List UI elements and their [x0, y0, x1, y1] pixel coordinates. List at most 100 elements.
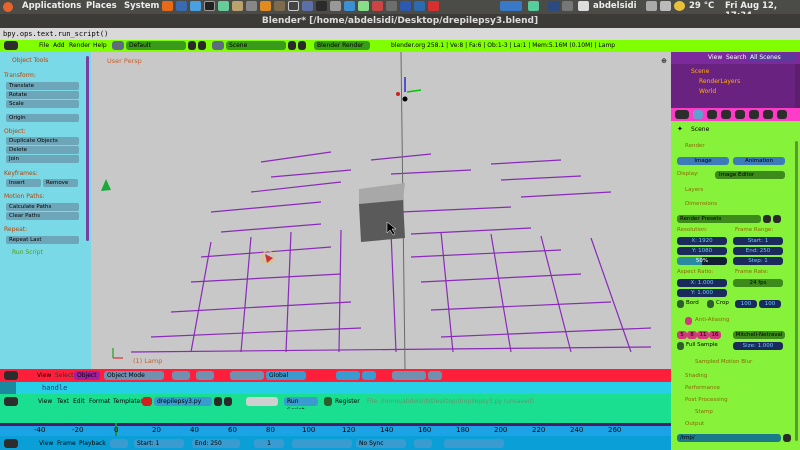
properties-scrollbar[interactable] [795, 141, 798, 441]
render-presets-select[interactable]: Render Presets [677, 215, 761, 223]
help-launcher-icon[interactable] [190, 1, 201, 11]
files-launcher-icon[interactable] [232, 1, 243, 11]
repeat-last-button[interactable]: Repeat Last [6, 236, 79, 244]
calculate-paths-button[interactable]: Calculate Paths [6, 203, 79, 211]
output-section-label[interactable]: Output [685, 421, 704, 427]
playback-controls[interactable] [292, 439, 352, 448]
context-texture-icon[interactable] [777, 110, 787, 119]
antialiasing-section-label[interactable]: Anti-Aliasing [695, 317, 729, 323]
timeline-menu-playback[interactable]: Playback [76, 439, 109, 448]
dimensions-section-label[interactable]: Dimensions [685, 201, 717, 207]
text-menu-edit[interactable]: Edit [70, 397, 88, 406]
sampled-motion-blur-label[interactable]: Sampled Motion Blur [695, 359, 752, 365]
layout-add-icon[interactable] [188, 41, 196, 50]
photo-launcher-icon[interactable] [372, 1, 383, 11]
username[interactable]: abdelsidi [593, 1, 637, 11]
app-launcher-icon[interactable] [344, 1, 355, 11]
aa-samples-button[interactable]: 5 [677, 331, 687, 339]
keying-set-field[interactable] [444, 439, 504, 448]
layout-close-icon[interactable] [198, 41, 206, 50]
line-numbers-toggle[interactable] [246, 397, 278, 406]
layers-section-label[interactable]: Layers [685, 187, 703, 193]
outliner-item[interactable]: Scene [691, 68, 709, 75]
text-editor-blank-area[interactable] [0, 409, 671, 423]
origin-button[interactable]: Origin [6, 114, 79, 122]
clear-paths-button[interactable]: Clear Paths [6, 212, 79, 220]
start-frame-field[interactable]: Start: 1 [134, 439, 184, 448]
network-status-icon[interactable] [646, 1, 657, 11]
sound-launcher-icon[interactable] [386, 1, 397, 11]
performance-section-label[interactable]: Performance [685, 385, 720, 391]
view3d-menu-object[interactable]: Object [74, 371, 100, 380]
outliner-item[interactable]: World [699, 88, 716, 95]
remove-keyframe-button[interactable]: Remove [43, 179, 78, 187]
frame-rate-select[interactable]: 24 fps [733, 279, 783, 287]
render-preview-icon[interactable] [428, 371, 442, 380]
end-frame-field[interactable]: End: 250 [192, 439, 240, 448]
orientation-select[interactable]: Global [266, 371, 306, 380]
terminal-launcher-icon[interactable] [204, 1, 215, 11]
user-icon[interactable] [578, 1, 589, 11]
shading-section-label[interactable]: Shading [685, 373, 707, 379]
record-launcher-icon[interactable] [428, 1, 439, 11]
context-world-icon[interactable] [721, 110, 731, 119]
render-image-button[interactable]: Image [677, 157, 729, 165]
volume-icon[interactable] [660, 1, 671, 11]
view3d-editor-type-icon[interactable] [4, 371, 18, 380]
layout-select[interactable]: Default [126, 41, 186, 50]
timeline-ruler[interactable]: -40 -20 0 20 40 60 80 100 120 140 160 18… [0, 423, 671, 436]
viewport-shading-select[interactable] [172, 371, 190, 380]
aa-samples-button[interactable]: 16 [709, 331, 721, 339]
start-frame-field[interactable]: Start: 1 [733, 237, 783, 245]
network-launcher-icon[interactable] [218, 1, 229, 11]
run-script-button[interactable]: Run Script [284, 397, 318, 414]
inkscape-launcher-icon[interactable] [288, 1, 299, 11]
applications-menu[interactable]: Applications [22, 1, 81, 11]
presets-add-icon[interactable] [763, 215, 771, 223]
post-processing-section-label[interactable]: Post Processing [685, 397, 728, 403]
aa-filter-select[interactable]: Mitchell-Netraval [733, 331, 785, 339]
bluetooth-launcher-icon[interactable] [400, 1, 411, 11]
temperature[interactable]: 29 °C [689, 1, 714, 11]
outliner-display-select[interactable]: All Scenes [747, 53, 795, 62]
text-close-icon[interactable] [224, 397, 232, 406]
display-select[interactable]: Image Editor [715, 171, 785, 179]
operator-panel-title[interactable]: Run Script [12, 249, 43, 256]
outliner-item[interactable]: RenderLayers [699, 78, 740, 85]
translate-button[interactable]: Translate [6, 82, 79, 90]
weather-icon[interactable] [674, 1, 685, 11]
text-datablock-icon[interactable] [142, 397, 152, 406]
rotate-button[interactable]: Rotate [6, 91, 79, 99]
presets-remove-icon[interactable] [773, 215, 781, 223]
aa-samples-button[interactable]: 8 [687, 331, 697, 339]
scene-pin-icon[interactable]: ✦ [677, 125, 683, 133]
join-button[interactable]: Join [6, 155, 79, 163]
editor-type-icon[interactable] [4, 41, 18, 50]
firefox-launcher-icon[interactable] [162, 1, 173, 11]
workspace-indicator-icon[interactable] [548, 1, 560, 11]
delete-button[interactable]: Delete [6, 146, 79, 154]
register-checkbox[interactable] [324, 397, 332, 406]
timeline-editor-type-icon[interactable] [4, 439, 18, 448]
view3d-menu-select[interactable]: Select [52, 371, 77, 380]
text-menu-view[interactable]: View [35, 397, 55, 406]
screen-launcher-icon[interactable] [500, 1, 522, 11]
aspect-x-field[interactable]: X: 1.000 [677, 279, 727, 287]
tool-shelf-scrollbar[interactable] [86, 56, 89, 241]
render-animation-button[interactable]: Animation [733, 157, 785, 165]
properties-editor-type-icon[interactable] [675, 110, 689, 119]
blender-launcher-icon[interactable] [260, 1, 271, 11]
output-path-browse-icon[interactable] [783, 434, 791, 442]
render-engine-select[interactable]: Blender Render [314, 41, 370, 50]
text-file-select[interactable]: drepilepsy3.py [154, 397, 212, 406]
layers-widget[interactable] [336, 371, 360, 380]
editor-launcher-icon[interactable] [302, 1, 313, 11]
menu-help[interactable]: Help [90, 41, 110, 50]
disk-launcher-icon[interactable] [330, 1, 341, 11]
outliner-menu-search[interactable]: Search [723, 53, 750, 62]
border-checkbox[interactable] [677, 300, 684, 308]
stamp-section-label[interactable]: Stamp [695, 409, 713, 415]
context-data-icon[interactable] [763, 110, 773, 119]
full-sample-checkbox[interactable] [677, 342, 684, 350]
end-frame-field[interactable]: End: 250 [733, 247, 783, 255]
